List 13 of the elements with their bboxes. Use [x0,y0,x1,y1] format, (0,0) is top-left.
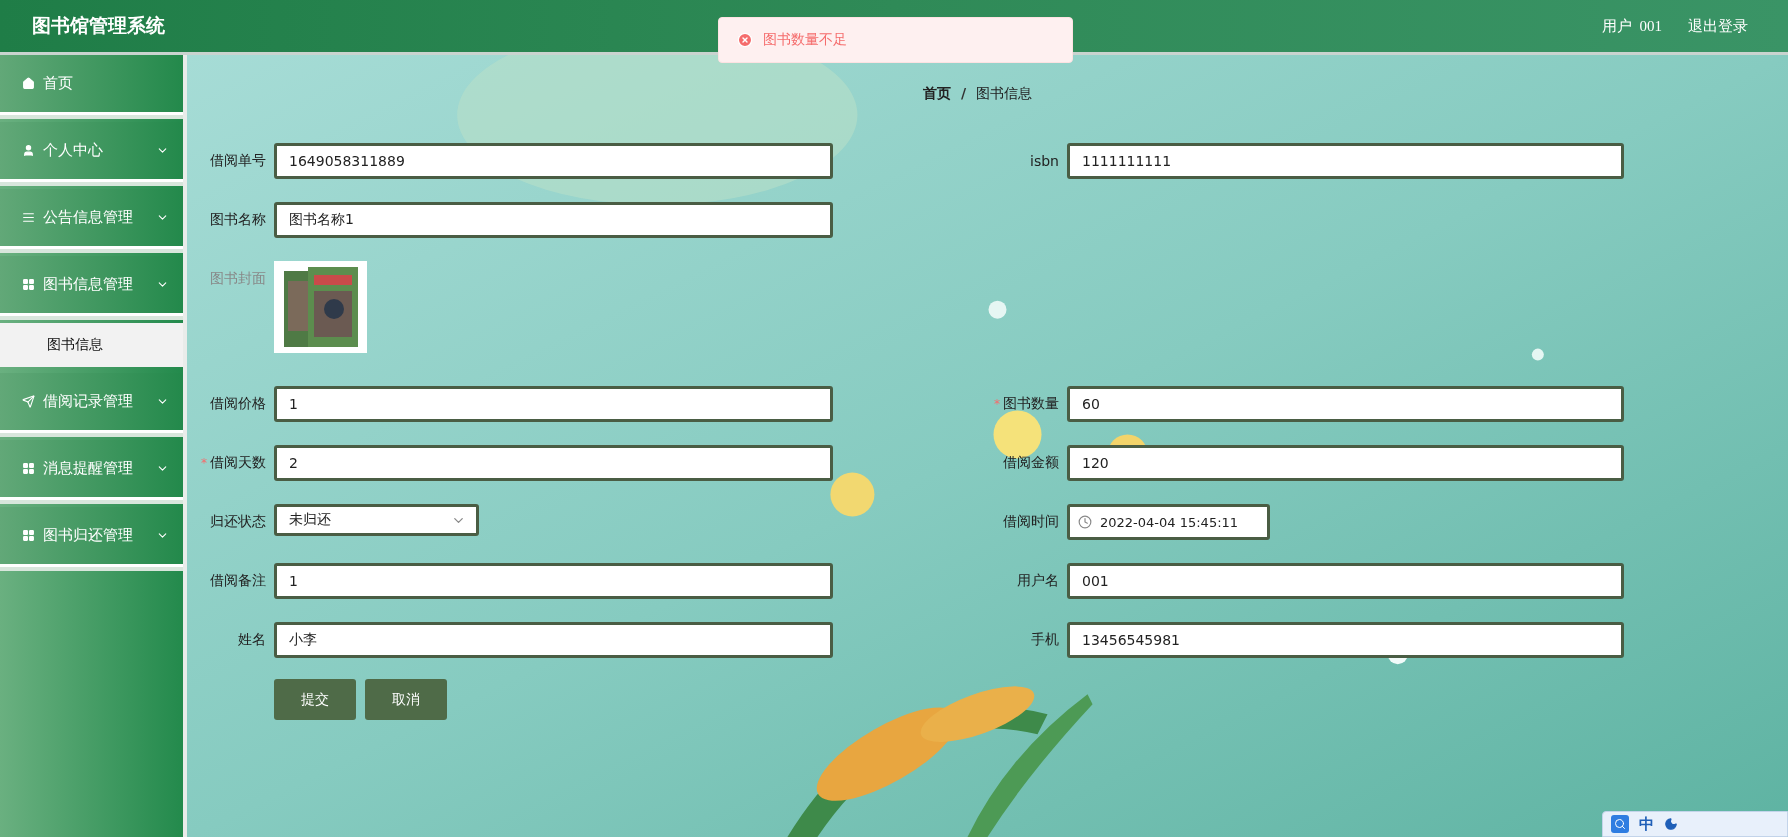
list-icon [22,211,35,224]
error-icon [737,32,753,48]
grid-icon [22,529,35,542]
send-icon [22,395,35,408]
error-toast: 图书数量不足 [718,17,1073,63]
grid-icon [22,462,35,475]
submenu-item[interactable]: 图书信息 [0,323,183,367]
user-icon [22,144,35,157]
grid-icon [22,278,35,291]
home-icon [22,77,35,90]
logout-link[interactable]: 退出登录 [1688,16,1748,36]
user-info: 用户 001 [1602,16,1662,36]
app-title: 图书馆管理系统 [32,14,165,38]
